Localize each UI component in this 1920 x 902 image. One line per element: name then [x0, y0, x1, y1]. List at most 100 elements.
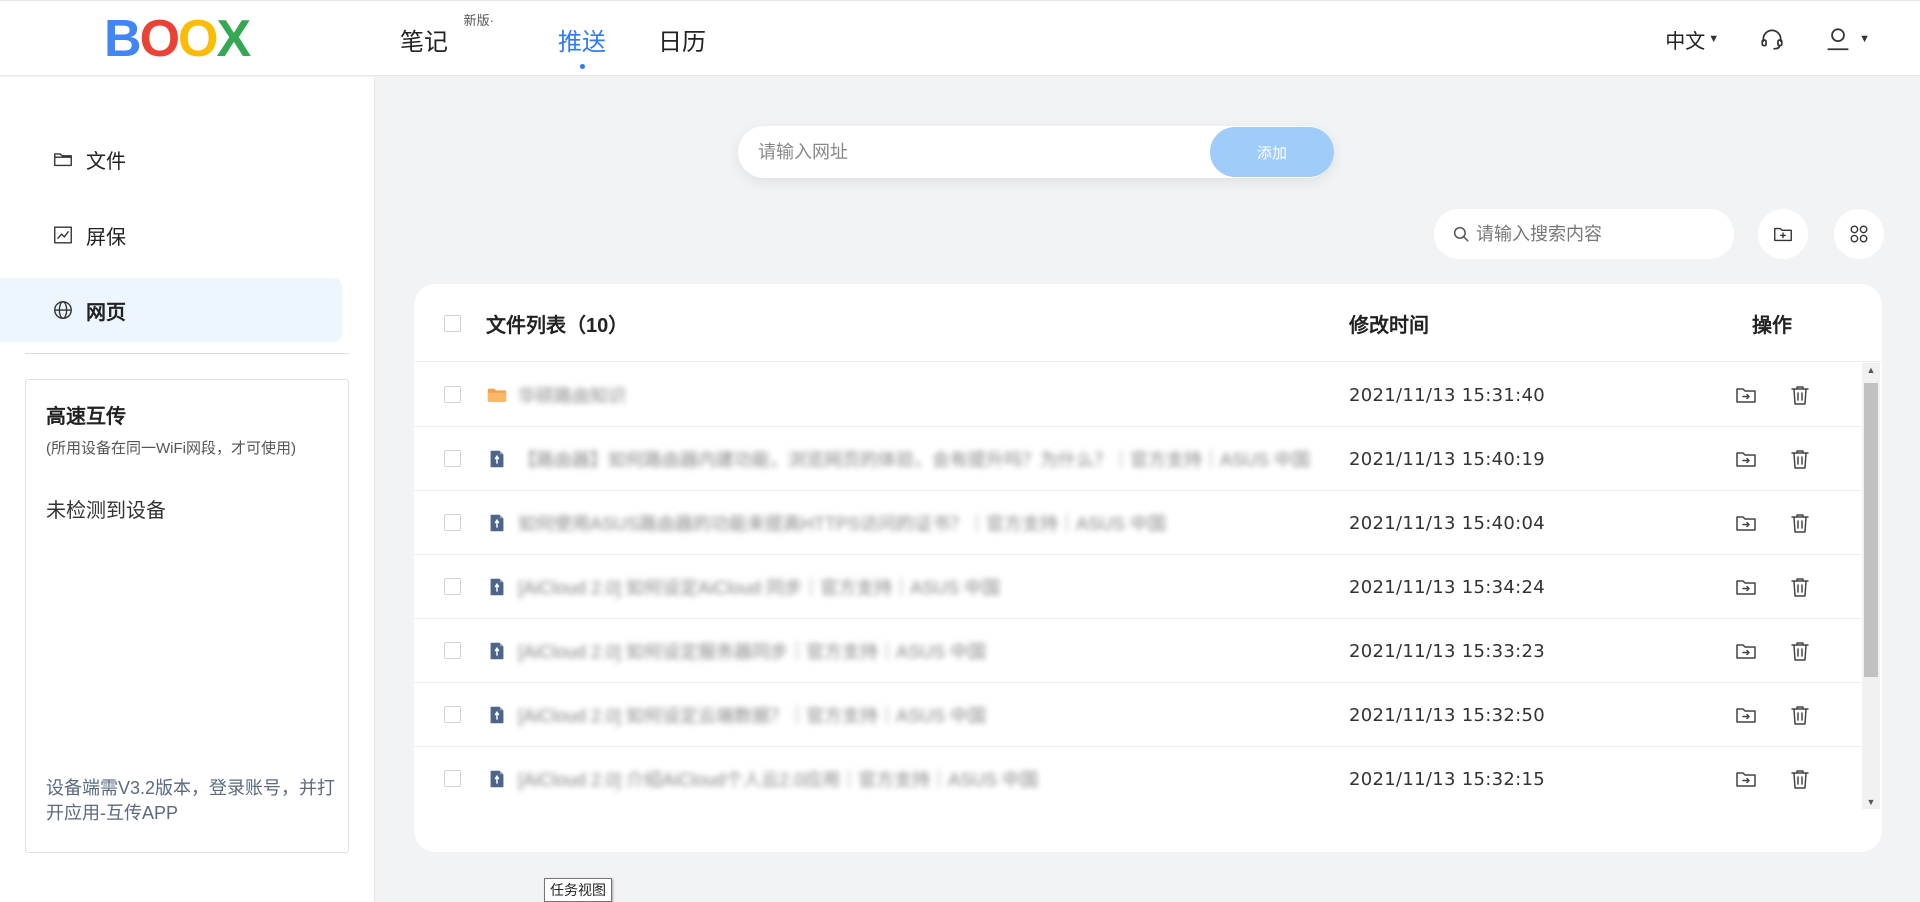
nav-calendar-label: 日历 [658, 28, 706, 56]
vertical-scrollbar[interactable]: ▲ ▼ [1862, 363, 1880, 809]
sidebar: 文件 屏保 网页 高速互传 (所用设备在同一WiFi网段，才可使用) 未检测到设… [0, 77, 375, 902]
document-icon [490, 514, 504, 532]
move-to-folder-icon[interactable] [1734, 639, 1758, 663]
grid-view-icon [1850, 225, 1868, 243]
modified-time: 2021/11/13 15:32:15 [1349, 768, 1546, 790]
row-checkbox[interactable] [444, 386, 461, 403]
chart-icon [54, 226, 72, 244]
select-all-cell [444, 284, 461, 362]
sidebar-item-screensaver[interactable]: 屏保 [0, 203, 342, 267]
user-menu[interactable]: ▼ [1825, 26, 1870, 52]
trash-icon[interactable] [1788, 575, 1812, 599]
boox-logo[interactable]: BOOX [104, 10, 251, 68]
new-folder-button[interactable] [1758, 209, 1808, 259]
url-bar: 添加 [738, 126, 1334, 178]
select-all-checkbox[interactable] [444, 314, 461, 332]
folder-icon [54, 153, 72, 167]
modified-time: 2021/11/13 15:31:40 [1349, 384, 1546, 406]
language-label: 中文 [1665, 30, 1706, 53]
table-row[interactable]: 【路由器】如何路由器内建功能，浏览网页的体验，会有提升吗？为什么？｜官方支持｜A… [414, 427, 1862, 491]
document-icon [490, 642, 504, 660]
trash-icon[interactable] [1788, 767, 1812, 791]
task-view-tooltip: 任务视图 [544, 878, 612, 902]
globe-icon [54, 301, 72, 319]
move-to-folder-icon[interactable] [1734, 447, 1758, 471]
column-header-time: 修改时间 [1349, 314, 1429, 337]
transfer-note: 设备端需V3.2版本，登录账号，并打开应用-互传APP [46, 778, 336, 823]
trash-icon[interactable] [1788, 703, 1812, 727]
user-icon [1827, 28, 1849, 51]
scrollbar-thumb[interactable] [1864, 383, 1878, 677]
nav-notes[interactable]: 笔记 新版· [400, 13, 494, 57]
file-name[interactable]: [AiCloud 2.0] 介绍AiCloud个人云2.0应用｜官方支持｜ASU… [518, 747, 1328, 809]
table-row[interactable]: [AiCloud 2.0] 如何设定服务器同步｜官方支持｜ASUS 中国 202… [414, 619, 1862, 683]
row-checkbox[interactable] [444, 514, 461, 531]
active-indicator-dot [580, 63, 585, 69]
file-name[interactable]: 【路由器】如何路由器内建功能，浏览网页的体验，会有提升吗？为什么？｜官方支持｜A… [518, 427, 1328, 491]
table-body: 华硕路由知识 2021/11/13 15:31:40 【路由器】如何路由器内建功… [414, 363, 1862, 809]
sidebar-item-label: 网页 [86, 301, 126, 324]
caret-down-icon: ▼ [1708, 33, 1720, 45]
document-icon [490, 706, 504, 724]
move-to-folder-icon[interactable] [1734, 767, 1758, 791]
sidebar-item-label: 文件 [86, 150, 126, 173]
row-checkbox[interactable] [444, 706, 461, 723]
scroll-down-arrow-icon[interactable]: ▼ [1862, 795, 1880, 809]
file-name[interactable]: 如何使用ASUS路由器的功能来提高HTTPS访问的证书？｜官方支持｜ASUS 中… [518, 491, 1328, 555]
file-list-panel: 文件列表（10） 修改时间 操作 华硕路由知识 2021/11/13 15:31… [414, 284, 1882, 852]
move-to-folder-icon[interactable] [1734, 703, 1758, 727]
row-checkbox[interactable] [444, 450, 461, 467]
move-to-folder-icon[interactable] [1734, 511, 1758, 535]
url-input[interactable] [738, 126, 1210, 178]
document-icon [490, 770, 504, 788]
trash-icon[interactable] [1788, 639, 1812, 663]
scroll-up-arrow-icon[interactable]: ▲ [1862, 363, 1880, 377]
main-nav: 笔记 新版· 推送 日历 [400, 1, 758, 77]
header-actions: 中文 ▼ ▼ [1665, 1, 1870, 77]
column-header-name: 文件列表（10） [486, 314, 629, 337]
table-row[interactable]: 华硕路由知识 2021/11/13 15:31:40 [414, 363, 1862, 427]
sidebar-item-label: 屏保 [86, 226, 126, 249]
search-input[interactable] [1476, 223, 1734, 245]
nav-push[interactable]: 推送 [558, 22, 606, 69]
language-selector[interactable]: 中文 ▼ [1665, 25, 1719, 54]
search-icon [1453, 226, 1469, 242]
row-checkbox[interactable] [444, 642, 461, 659]
file-name[interactable]: [AiCloud 2.0] 如何设定AiCloud 同步｜官方支持｜ASUS 中… [518, 555, 1328, 619]
grid-view-button[interactable] [1834, 209, 1884, 259]
folder-icon [487, 388, 507, 402]
trash-icon[interactable] [1788, 511, 1812, 535]
move-to-folder-icon[interactable] [1734, 383, 1758, 407]
modified-time: 2021/11/13 15:40:04 [1349, 512, 1546, 534]
table-row[interactable]: [AiCloud 2.0] 介绍AiCloud个人云2.0应用｜官方支持｜ASU… [414, 747, 1862, 809]
table-row[interactable]: [AiCloud 2.0] 如何设定AiCloud 同步｜官方支持｜ASUS 中… [414, 555, 1862, 619]
sidebar-item-webpages[interactable]: 网页 [0, 278, 342, 342]
headset-icon [1761, 29, 1783, 50]
sidebar-item-files[interactable]: 文件 [0, 127, 342, 191]
logo-letter: B [104, 10, 142, 68]
modified-time: 2021/11/13 15:32:50 [1349, 704, 1546, 726]
modified-time: 2021/11/13 15:34:24 [1349, 576, 1546, 598]
transfer-status: 未检测到设备 [46, 500, 166, 522]
file-name[interactable]: [AiCloud 2.0] 如何设定云端数据？｜官方支持｜ASUS 中国 [518, 683, 1328, 747]
nav-push-label: 推送 [558, 28, 606, 56]
logo-letter: X [216, 10, 251, 68]
logo-letter: O [139, 10, 180, 68]
file-name[interactable]: [AiCloud 2.0] 如何设定服务器同步｜官方支持｜ASUS 中国 [518, 619, 1328, 683]
support-button[interactable] [1759, 26, 1785, 52]
table-header: 文件列表（10） 修改时间 操作 [414, 284, 1882, 362]
transfer-subtitle: (所用设备在同一WiFi网段，才可使用) [46, 440, 296, 457]
table-row[interactable]: [AiCloud 2.0] 如何设定云端数据？｜官方支持｜ASUS 中国 202… [414, 683, 1862, 747]
top-header: BOOX 笔记 新版· 推送 日历 中文 ▼ ▼ [0, 0, 1920, 76]
row-checkbox[interactable] [444, 770, 461, 787]
file-name[interactable]: 华硕路由知识 [518, 363, 1328, 427]
trash-icon[interactable] [1788, 447, 1812, 471]
nav-calendar[interactable]: 日历 [658, 22, 706, 57]
new-version-badge: 新版· [463, 12, 494, 28]
row-checkbox[interactable] [444, 578, 461, 595]
move-to-folder-icon[interactable] [1734, 575, 1758, 599]
add-button[interactable]: 添加 [1210, 127, 1334, 177]
modified-time: 2021/11/13 15:40:19 [1349, 448, 1546, 470]
table-row[interactable]: 如何使用ASUS路由器的功能来提高HTTPS访问的证书？｜官方支持｜ASUS 中… [414, 491, 1862, 555]
trash-icon[interactable] [1788, 383, 1812, 407]
